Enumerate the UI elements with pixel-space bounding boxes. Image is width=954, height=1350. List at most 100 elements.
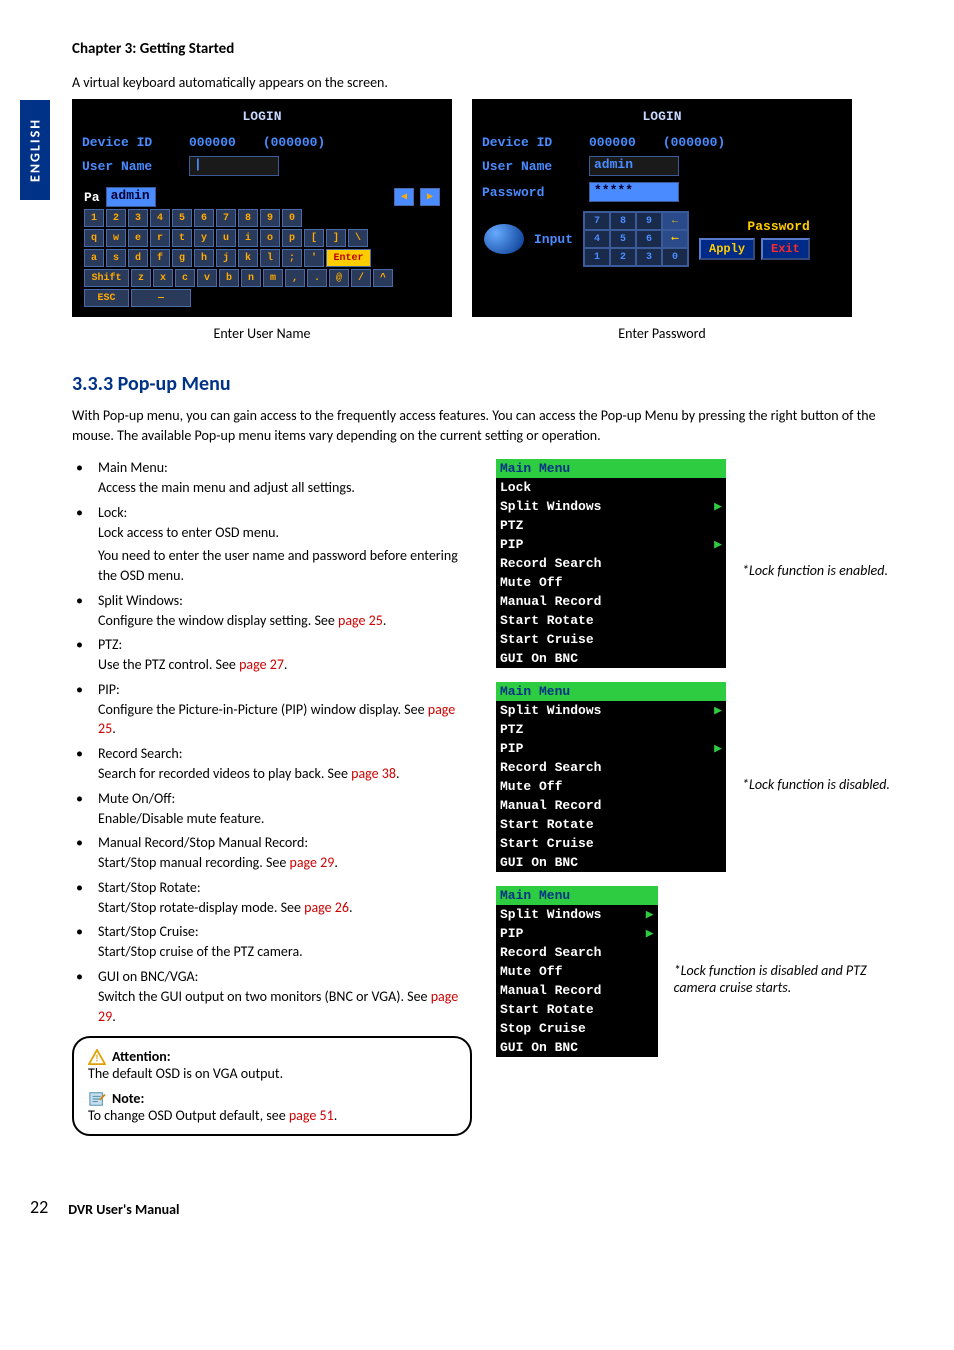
vk-key[interactable]: ; [282, 249, 302, 267]
vk-key[interactable]: e [128, 229, 148, 247]
vk-key[interactable]: a [84, 249, 104, 267]
vk-key[interactable]: 2 [106, 209, 126, 227]
vk-key[interactable]: b [219, 269, 239, 287]
vk-key[interactable]: m [263, 269, 283, 287]
keypad-key[interactable]: 4 [584, 230, 610, 248]
keypad-key[interactable]: 9 [636, 212, 662, 230]
apply-button[interactable]: Apply [699, 238, 755, 260]
vk-key[interactable]: y [194, 229, 214, 247]
menu-item[interactable]: Start Cruise [496, 630, 726, 649]
keypad-key[interactable]: 6 [636, 230, 662, 248]
exit-button[interactable]: Exit [761, 238, 810, 260]
menu-item[interactable]: PIP▶ [496, 739, 726, 758]
menu-item[interactable]: Mute Off [496, 777, 726, 796]
vk-key[interactable]: k [238, 249, 258, 267]
keypad-key[interactable]: 2 [610, 248, 636, 266]
menu-item[interactable]: Manual Record [496, 592, 726, 611]
vk-key[interactable]: i [238, 229, 258, 247]
vk-key[interactable]: c [175, 269, 195, 287]
vk-key[interactable]: s [106, 249, 126, 267]
menu-item[interactable]: Start Rotate [496, 611, 726, 630]
vk-key[interactable]: 8 [238, 209, 258, 227]
menu-item[interactable]: Manual Record [496, 796, 726, 815]
vk-key[interactable]: d [128, 249, 148, 267]
page-link[interactable]: page 51 [289, 1107, 334, 1124]
menu-item[interactable]: Start Rotate [496, 1000, 658, 1019]
menu-item[interactable]: PTZ [496, 720, 726, 739]
menu-item[interactable]: PIP▶ [496, 924, 658, 943]
keypad-key[interactable]: 5 [610, 230, 636, 248]
vk-key[interactable]: , [285, 269, 305, 287]
menu-item[interactable]: PIP▶ [496, 535, 726, 554]
menu-item[interactable]: Start Cruise [496, 834, 726, 853]
vk-key[interactable]: 0 [282, 209, 302, 227]
enter-key[interactable]: Enter [326, 249, 371, 267]
vk-key[interactable]: / [351, 269, 371, 287]
prev-key[interactable]: ◀ [394, 188, 414, 206]
menu-item[interactable]: Split Windows▶ [496, 701, 726, 720]
password-value[interactable]: ***** [589, 182, 679, 202]
menu-item[interactable]: Start Rotate [496, 815, 726, 834]
vk-key[interactable]: 7 [216, 209, 236, 227]
next-key[interactable]: ▶ [420, 188, 440, 206]
menu-item[interactable]: Record Search [496, 758, 726, 777]
page-link[interactable]: page 29 [290, 854, 335, 871]
menu-item[interactable]: Lock [496, 478, 726, 497]
vk-key[interactable]: Shift [84, 269, 129, 287]
menu-item[interactable]: GUI On BNC [496, 1038, 658, 1057]
menu-item[interactable]: Mute Off [496, 962, 658, 981]
vk-key[interactable]: t [172, 229, 192, 247]
keypad-key[interactable]: 8 [610, 212, 636, 230]
vk-key[interactable]: @ [329, 269, 349, 287]
vk-key[interactable]: r [150, 229, 170, 247]
vk-key[interactable]: ] [326, 229, 346, 247]
vk-key[interactable]: 4 [150, 209, 170, 227]
page-link[interactable]: page 25 [338, 612, 383, 629]
vk-key[interactable]: f [150, 249, 170, 267]
menu-item[interactable]: PTZ [496, 516, 726, 535]
menu-item[interactable]: Mute Off [496, 573, 726, 592]
menu-item[interactable]: Split Windows▶ [496, 497, 726, 516]
vk-key[interactable]: [ [304, 229, 324, 247]
numeric-keypad[interactable]: 789←456⟵1230 [583, 211, 689, 267]
user-name-field[interactable]: | [189, 156, 279, 176]
menu-item[interactable]: Record Search [496, 943, 658, 962]
vk-key[interactable]: n [241, 269, 261, 287]
vk-key[interactable]: l [260, 249, 280, 267]
vk-key[interactable]: 9 [260, 209, 280, 227]
menu-item[interactable]: Record Search [496, 554, 726, 573]
page-link[interactable]: page 38 [351, 765, 396, 782]
keypad-key[interactable]: 1 [584, 248, 610, 266]
virtual-keyboard[interactable]: Pa admin ◀ ▶ 1234567890 qwertyuiop[]\ as… [78, 185, 446, 311]
vk-key[interactable]: j [216, 249, 236, 267]
vk-key[interactable]: x [153, 269, 173, 287]
esc-key[interactable]: ESC [84, 289, 129, 307]
menu-item[interactable]: GUI On BNC [496, 649, 726, 668]
vk-key[interactable]: ' [304, 249, 324, 267]
user-name-value[interactable]: admin [589, 156, 679, 176]
vk-key[interactable]: z [131, 269, 151, 287]
vk-key[interactable]: h [194, 249, 214, 267]
vk-key[interactable]: u [216, 229, 236, 247]
vk-key[interactable]: q [84, 229, 104, 247]
vk-key[interactable]: ^ [373, 269, 393, 287]
menu-item[interactable]: Split Windows▶ [496, 905, 658, 924]
vk-key[interactable]: o [260, 229, 280, 247]
page-link[interactable]: page 26 [304, 899, 349, 916]
menu-item[interactable]: GUI On BNC [496, 853, 726, 872]
vk-key[interactable]: p [282, 229, 302, 247]
vk-key[interactable]: 3 [128, 209, 148, 227]
keypad-key[interactable]: 0 [662, 248, 688, 266]
keypad-key[interactable]: ⟵ [662, 230, 688, 248]
space-key[interactable]: — [131, 289, 191, 307]
keypad-key[interactable]: 3 [636, 248, 662, 266]
vk-key[interactable]: g [172, 249, 192, 267]
menu-item[interactable]: Manual Record [496, 981, 658, 1000]
vk-key[interactable]: 5 [172, 209, 192, 227]
vk-key[interactable]: 6 [194, 209, 214, 227]
vk-key[interactable]: . [307, 269, 327, 287]
vk-key[interactable]: \ [348, 229, 368, 247]
keypad-key[interactable]: 7 [584, 212, 610, 230]
menu-item[interactable]: Stop Cruise [496, 1019, 658, 1038]
vk-field[interactable]: admin [106, 187, 156, 207]
